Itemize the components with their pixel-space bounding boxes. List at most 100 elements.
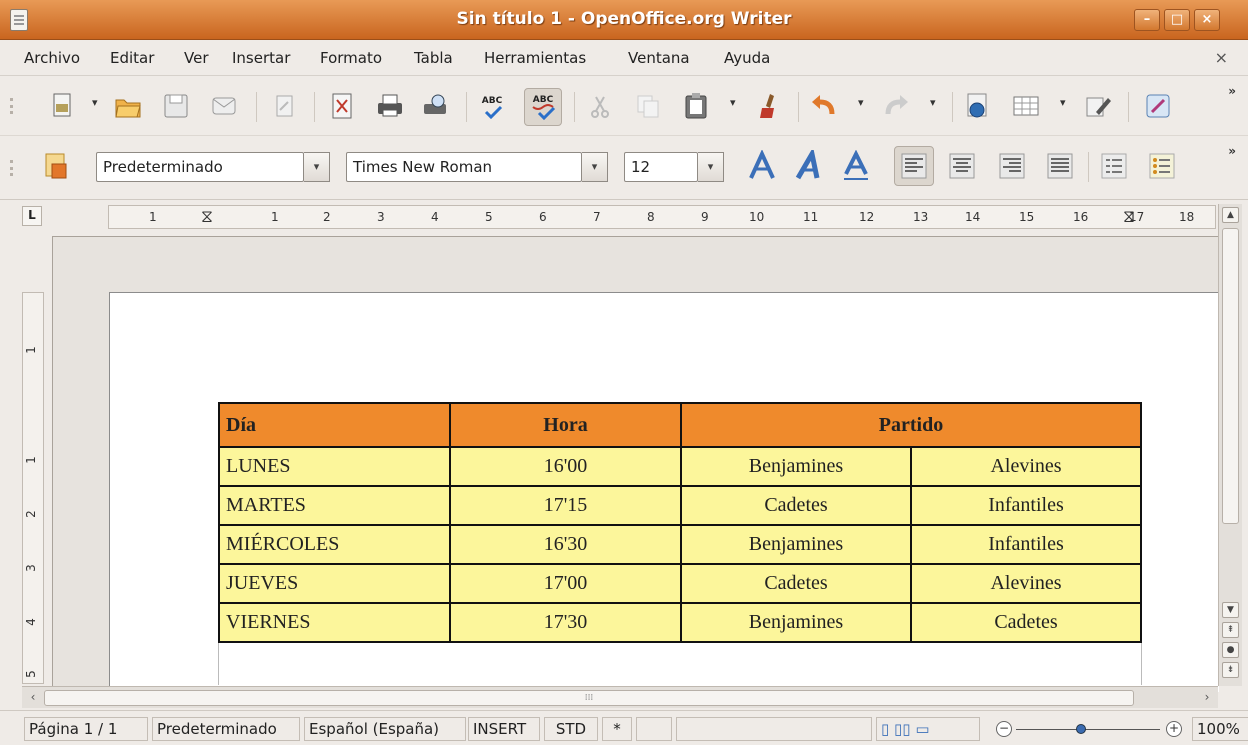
email-icon[interactable] <box>208 90 240 122</box>
day-cell[interactable]: VIERNES <box>218 602 451 643</box>
font-name-select[interactable]: Times New Roman <box>346 152 582 182</box>
menu-herramientas[interactable]: Herramientas <box>484 49 586 67</box>
save-icon[interactable] <box>160 90 192 122</box>
scroll-left-icon[interactable]: ‹ <box>24 690 42 706</box>
minimize-button[interactable]: – <box>1134 9 1160 31</box>
time-cell[interactable]: 16'00 <box>449 446 682 487</box>
underline-icon[interactable] <box>840 149 872 182</box>
match-cell[interactable]: Infantiles <box>910 485 1142 526</box>
styles-formatting-icon[interactable] <box>40 150 72 182</box>
bold-icon[interactable] <box>746 149 778 182</box>
match-cell[interactable]: Benjamines <box>680 602 912 643</box>
format-toolbar-overflow-icon[interactable]: » <box>1228 144 1236 158</box>
draw-functions-icon[interactable] <box>1082 90 1114 122</box>
scroll-down-icon[interactable]: ▼ <box>1222 602 1239 618</box>
horizontal-ruler[interactable]: 1 ⧖ 1 2 3 4 5 6 7 8 9 10 11 12 13 14 15 … <box>108 205 1216 229</box>
multi-page-view-icon[interactable]: ▯▯ <box>894 720 911 738</box>
menu-ayuda[interactable]: Ayuda <box>724 49 770 67</box>
page-style-indicator[interactable]: Predeterminado <box>152 717 300 741</box>
menu-formato[interactable]: Formato <box>320 49 382 67</box>
match-cell[interactable]: Alevines <box>910 563 1142 604</box>
match-cell[interactable]: Cadetes <box>680 563 912 604</box>
cut-icon[interactable] <box>584 90 616 122</box>
copy-icon[interactable] <box>632 90 664 122</box>
table-icon[interactable] <box>1010 90 1042 122</box>
horizontal-scrollbar[interactable]: ‹ ⁞⁞⁞ › <box>22 686 1218 708</box>
zoom-slider-track[interactable] <box>1016 729 1160 730</box>
menu-ventana[interactable]: Ventana <box>628 49 690 67</box>
match-cell[interactable]: Benjamines <box>680 446 912 487</box>
print-icon[interactable] <box>374 90 406 122</box>
time-cell[interactable]: 17'15 <box>449 485 682 526</box>
paragraph-style-select[interactable]: Predeterminado <box>96 152 304 182</box>
close-document-icon[interactable]: × <box>1215 48 1228 67</box>
selection-mode-indicator[interactable]: STD <box>544 717 598 741</box>
paragraph-style-dropdown-icon[interactable]: ▾ <box>304 152 330 182</box>
italic-icon[interactable] <box>794 147 826 182</box>
open-icon[interactable] <box>112 90 144 122</box>
font-size-dropdown-icon[interactable]: ▾ <box>698 152 724 182</box>
menu-ver[interactable]: Ver <box>184 49 209 67</box>
export-pdf-icon[interactable] <box>326 90 358 122</box>
new-dropdown-icon[interactable]: ▾ <box>92 96 98 109</box>
vertical-scrollbar[interactable]: ▲ ▼ ⇞ ● ⇟ <box>1218 204 1242 686</box>
scroll-right-icon[interactable]: › <box>1198 690 1216 706</box>
format-paintbrush-icon[interactable] <box>752 90 784 122</box>
font-size-select[interactable]: 12 <box>624 152 698 182</box>
align-right-icon[interactable] <box>996 150 1028 182</box>
font-name-dropdown-icon[interactable]: ▾ <box>582 152 608 182</box>
redo-icon[interactable] <box>880 90 912 122</box>
zoom-slider-thumb[interactable] <box>1075 724 1086 734</box>
menu-editar[interactable]: Editar <box>110 49 154 67</box>
align-center-icon[interactable] <box>946 150 978 182</box>
toolbar-grip[interactable] <box>10 98 13 114</box>
toolbar-grip[interactable] <box>10 160 13 176</box>
spellcheck-icon[interactable]: ABC <box>476 90 508 122</box>
next-page-icon[interactable]: ⇟ <box>1222 662 1239 678</box>
match-cell[interactable]: Alevines <box>910 446 1142 487</box>
day-cell[interactable]: JUEVES <box>218 563 451 604</box>
single-page-view-icon[interactable]: ▯ <box>881 720 889 738</box>
book-view-icon[interactable]: ▭ <box>915 720 929 738</box>
bullets-icon[interactable] <box>1146 150 1178 182</box>
tab-stop-selector[interactable]: L <box>22 206 42 226</box>
edit-file-icon[interactable] <box>268 90 300 122</box>
zoom-in-icon[interactable]: + <box>1166 721 1182 737</box>
header-cell-hora[interactable]: Hora <box>449 402 682 448</box>
navigation-icon[interactable]: ● <box>1222 642 1239 658</box>
page-indicator[interactable]: Página 1 / 1 <box>24 717 148 741</box>
day-cell[interactable]: MIÉRCOLES <box>218 524 451 565</box>
horizontal-scroll-thumb[interactable]: ⁞⁞⁞ <box>44 690 1134 706</box>
header-cell-dia[interactable]: Día <box>218 402 451 448</box>
signature-indicator[interactable] <box>636 717 672 741</box>
autospellcheck-icon[interactable]: ABC <box>524 88 562 126</box>
toolbar-overflow-icon[interactable]: » <box>1228 84 1236 98</box>
table-dropdown-icon[interactable]: ▾ <box>1060 96 1066 109</box>
menu-tabla[interactable]: Tabla <box>414 49 453 67</box>
vertical-ruler[interactable]: 1 1 2 3 4 5 <box>22 292 44 684</box>
close-button[interactable]: × <box>1194 9 1220 31</box>
align-left-icon[interactable] <box>894 146 934 186</box>
time-cell[interactable]: 17'00 <box>449 563 682 604</box>
numbering-icon[interactable] <box>1098 150 1130 182</box>
zoom-percentage[interactable]: 100% <box>1192 717 1248 741</box>
match-cell[interactable]: Infantiles <box>910 524 1142 565</box>
page-preview-icon[interactable] <box>420 90 452 122</box>
table-bottom-area[interactable] <box>218 640 1142 685</box>
previous-page-icon[interactable]: ⇞ <box>1222 622 1239 638</box>
menu-insertar[interactable]: Insertar <box>232 49 290 67</box>
match-cell[interactable]: Cadetes <box>680 485 912 526</box>
zoom-out-icon[interactable]: − <box>996 721 1012 737</box>
undo-dropdown-icon[interactable]: ▾ <box>858 96 864 109</box>
match-cell[interactable]: Benjamines <box>680 524 912 565</box>
day-cell[interactable]: LUNES <box>218 446 451 487</box>
schedule-table[interactable]: Día Hora Partido LUNES 16'00 Benjamines … <box>218 402 1142 643</box>
insert-mode-indicator[interactable]: INSERT <box>468 717 540 741</box>
indent-marker-icon[interactable]: ⧖ <box>201 207 213 227</box>
language-indicator[interactable]: Español (España) <box>304 717 466 741</box>
match-cell[interactable]: Cadetes <box>910 602 1142 643</box>
scroll-up-icon[interactable]: ▲ <box>1222 207 1239 223</box>
paste-icon[interactable] <box>680 90 712 122</box>
menu-archivo[interactable]: Archivo <box>24 49 80 67</box>
help-icon[interactable] <box>1142 90 1174 122</box>
